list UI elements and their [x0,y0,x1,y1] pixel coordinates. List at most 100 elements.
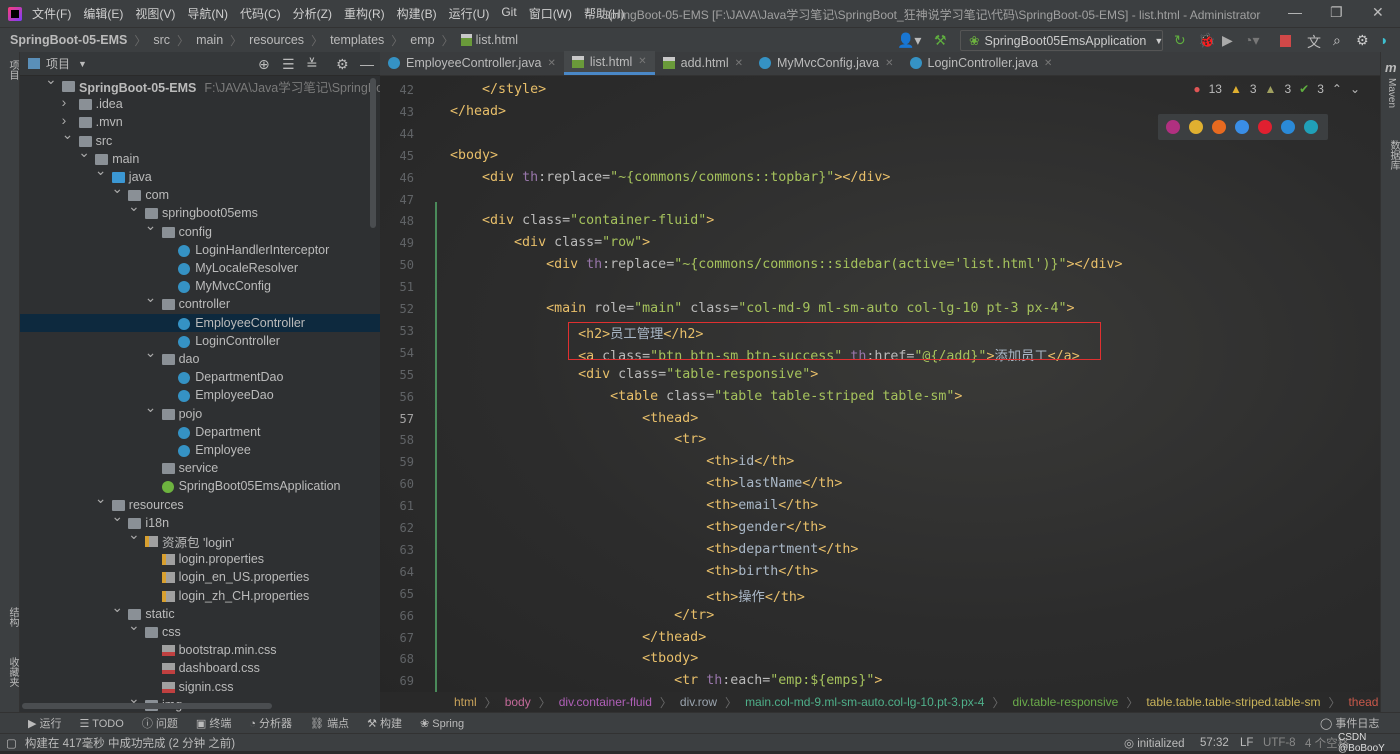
code-line[interactable]: <thead> [450,411,698,426]
tree-item[interactable]: ⌄ config [20,217,380,241]
menu-item[interactable]: 文件(F) [32,5,71,22]
tree-item[interactable]: dashboard.css [20,659,380,677]
chevron-down-icon[interactable]: ⌄ [145,289,157,306]
editor-breadcrumb-item[interactable]: div.table-responsive [1012,695,1118,709]
tree-item[interactable]: ⌄ main [20,144,380,168]
code-line[interactable]: <tbody> [450,651,698,666]
tool-window-button[interactable]: ⛓ 端点 [310,715,349,731]
code-line[interactable]: <body> [450,148,498,163]
menu-item[interactable]: 导航(N) [187,5,228,22]
breadcrumb-item[interactable]: SpringBoot-05-EMS [10,33,127,47]
code-line[interactable]: </tr> [450,608,714,623]
expand-all-icon[interactable]: ☰ [282,56,295,73]
tree-item[interactable]: ⌄ src [20,126,380,150]
chevron-down-icon[interactable]: ⌄ [145,217,157,234]
breadcrumb-item[interactable]: src [153,33,170,47]
project-tool-button[interactable]: 项目 [5,60,20,80]
tree-item[interactable]: Employee [20,441,380,459]
tree-item[interactable]: ⌄ 资源包 'login' [20,526,380,550]
tree-item[interactable]: ⌄ pojo [20,399,380,423]
file-encoding[interactable]: UTF-8 [1263,737,1296,749]
breadcrumb-item[interactable]: emp [410,33,434,47]
code-line[interactable]: <div class="container-fluid"> [450,213,714,228]
editor-breadcrumb-item[interactable]: html [454,695,477,709]
tree-item[interactable]: login_zh_CH.properties [20,587,380,605]
editor-breadcrumb-item[interactable]: div.row [680,695,717,709]
caret-position[interactable]: 57:32 [1200,737,1229,749]
tree-item[interactable]: ⌄ dao [20,344,380,368]
structure-tool-button[interactable]: 结构 [5,607,20,627]
tree-item[interactable]: ⌄ controller [20,289,380,313]
chevron-down-icon[interactable]: ⌄ [111,599,123,616]
project-panel-title[interactable]: 项目 [46,55,70,72]
tree-item[interactable]: bootstrap.min.css [20,641,380,659]
maven-tool-button[interactable]: Maven [1386,78,1397,108]
chevron-down-icon[interactable]: ⌄ [111,508,123,525]
tree-horizontal-scrollbar[interactable] [22,703,272,709]
line-separator[interactable]: LF [1240,737,1253,749]
chevron-down-icon[interactable]: ⌄ [128,198,140,215]
tree-item[interactable]: service [20,459,380,477]
menu-item[interactable]: 运行(U) [449,5,490,22]
layout-icon[interactable]: ▢ [6,736,17,750]
code-line[interactable]: <div th:replace="~{commons/commons::topb… [450,170,890,185]
close-icon[interactable]: ✕ [1372,4,1384,21]
collapse-all-icon[interactable]: ≚ [306,56,318,73]
tree-item[interactable]: MyMvcConfig [20,277,380,295]
tool-window-button[interactable]: ☰ TODO [80,717,124,730]
code-line[interactable]: <main role="main" class="col-md-9 ml-sm-… [450,301,1074,316]
code-line[interactable]: <div class="table-responsive"> [450,367,818,382]
tool-window-button[interactable]: ▣ 终端 [196,715,231,731]
tree-item[interactable]: login.properties [20,550,380,568]
tree-item[interactable]: ⌄ resources [20,490,380,514]
tree-scrollbar[interactable] [370,78,376,228]
menu-item[interactable]: 代码(C) [240,5,281,22]
menu-item[interactable]: 构建(B) [397,5,437,22]
tool-window-button[interactable]: ▶ 运行 [28,715,62,731]
breadcrumb-item[interactable]: list.html [476,33,518,47]
code-line[interactable]: <th>birth</th> [450,564,818,579]
editor-breadcrumb-item[interactable]: body [505,695,531,709]
tree-item[interactable]: EmployeeController [20,313,380,332]
tree-item[interactable]: ⌄ css [20,617,380,641]
code-line[interactable]: <th>gender</th> [450,520,826,535]
editor-breadcrumb-item[interactable]: thead [1348,695,1378,709]
menu-item[interactable]: 编辑(E) [83,5,123,22]
code-line[interactable]: <tr th:each="emp:${emps}"> [450,673,882,688]
minimize-icon[interactable]: — [1288,4,1302,20]
code-line[interactable]: <table class="table table-striped table-… [450,389,962,404]
tool-window-button[interactable]: ⚒ 构建 [367,715,402,731]
code-area[interactable]: 42 </style> 43 </head> 44 45 <body> 46 <div th… [380,52,1380,692]
code-line[interactable]: </style> [450,82,546,97]
breadcrumb-item[interactable]: resources [249,33,304,47]
tree-item[interactable]: › .idea [20,94,380,113]
code-line[interactable]: <div th:replace="~{commons/commons::side… [450,257,1122,272]
user-icon[interactable]: 👤▾ [897,32,921,49]
translate-icon[interactable]: 文 [1307,32,1321,52]
restore-icon[interactable]: ❐ [1330,4,1343,21]
settings-gear-icon[interactable]: ⚙ [1356,32,1369,49]
code-line[interactable]: <th>id</th> [450,454,794,469]
tree-item[interactable]: ⌄ i18n [20,508,380,532]
debug-icon[interactable]: 🐞 [1198,32,1215,49]
tree-item[interactable]: EmployeeDao [20,386,380,404]
tree-item[interactable]: LoginHandlerInterceptor [20,241,380,259]
code-line[interactable]: <th>操作</th> [450,586,805,605]
toolbox-icon[interactable]: ◗ [1380,32,1388,48]
code-line[interactable]: <th>email</th> [450,498,818,513]
settings-gear-icon[interactable]: ⚙ [336,56,349,73]
tool-window-button[interactable]: ⓘ 问题 [142,715,178,731]
chevron-down-icon[interactable]: ⌄ [95,490,107,507]
chevron-right-icon[interactable]: › [62,94,67,110]
code-line[interactable]: <th>department</th> [450,542,858,557]
rerun-icon[interactable]: ↻ [1174,32,1186,49]
tree-item[interactable]: login_en_US.properties [20,568,380,586]
tree-item[interactable]: ⌄ SpringBoot-05-EMS F:\JAVA\Java学习笔记\Sprin… [20,71,438,95]
breadcrumb-item[interactable]: templates [330,33,384,47]
build-hammer-icon[interactable]: ⚒ [934,32,947,49]
locate-icon[interactable]: ⊕ [258,56,270,73]
tree-item[interactable]: DepartmentDao [20,368,380,386]
editor-breadcrumb-item[interactable]: div.container-fluid [559,695,652,709]
event-log-button[interactable]: ◯ 事件日志 [1320,715,1379,731]
chevron-down-icon[interactable]: ⌄ [128,617,140,634]
